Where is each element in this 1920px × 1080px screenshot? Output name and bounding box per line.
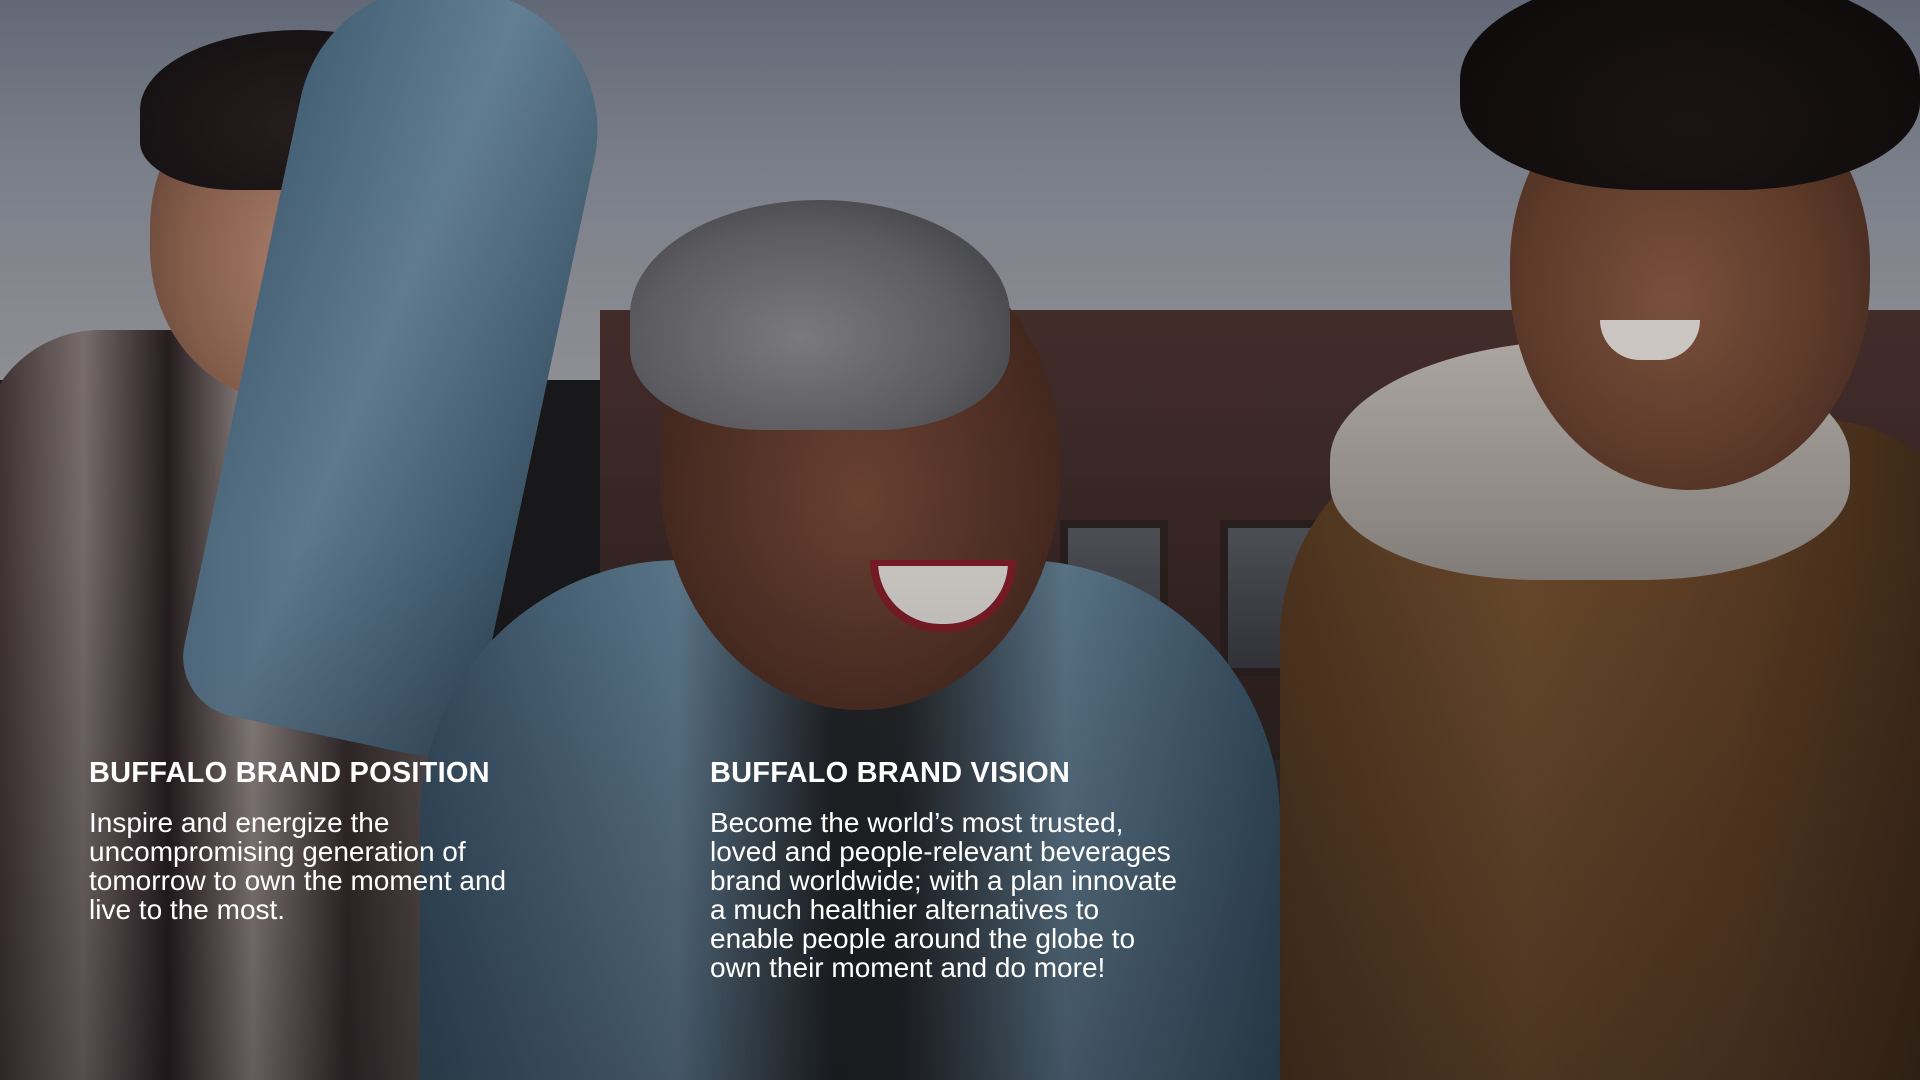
brand-position-text: Inspire and energize the uncompromising …	[89, 808, 629, 924]
brand-position-heading: BUFFALO BRAND POSITION	[89, 757, 490, 789]
text-line: own their moment and do more!	[710, 952, 1106, 983]
text-line: Inspire and energize the	[89, 807, 390, 838]
slide: BUFFALO BRAND POSITION Inspire and energ…	[0, 0, 1920, 1080]
brand-vision-heading: BUFFALO BRAND VISION	[710, 757, 1071, 789]
brand-vision-section: BUFFALO BRAND VISION Become the world’s …	[710, 756, 1290, 982]
text-line: uncompromising generation of	[89, 836, 466, 867]
text-line: live to the most.	[89, 894, 286, 925]
text-line: loved and people-relevant beverages	[710, 836, 1171, 867]
text-line: tomorrow to own the moment and	[89, 865, 507, 896]
text-line: Become the world’s most trusted,	[710, 807, 1124, 838]
text-line: brand worldwide; with a plan innovate	[710, 865, 1177, 896]
brand-position-section: BUFFALO BRAND POSITION Inspire and energ…	[89, 756, 629, 924]
brand-vision-text: Become the world’s most trusted, loved a…	[710, 808, 1290, 982]
text-line: a much healthier alternatives to	[710, 894, 1100, 925]
text-line: enable people around the globe to	[710, 923, 1136, 954]
